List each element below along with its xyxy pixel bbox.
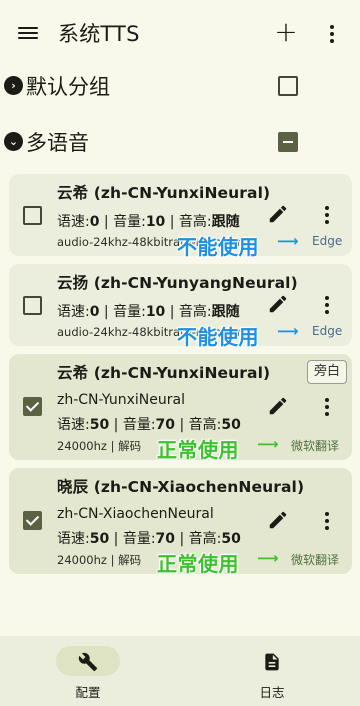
card-checkbox[interactable] <box>23 206 42 225</box>
page-title: 系统TTS <box>58 22 140 46</box>
nav-label: 配置 <box>75 685 101 700</box>
arrow-right-icon: ⟶ <box>257 549 279 567</box>
engine-tag: 微软翻译 <box>291 553 340 567</box>
wrench-icon <box>78 652 98 672</box>
voice-card[interactable]: 云希 (zh-CN-YunxiNeural) 语速:0 | 音量:10 | 音高… <box>9 174 352 259</box>
audio-format: 24000hz | 解码 <box>57 439 142 453</box>
group-checkbox[interactable] <box>278 76 298 96</box>
card-checkbox[interactable] <box>23 511 42 530</box>
app-bar: 系统TTS + <box>0 0 360 68</box>
add-icon[interactable]: + <box>272 18 300 46</box>
menu-icon[interactable] <box>18 24 38 44</box>
edit-icon[interactable] <box>267 395 289 417</box>
status-overlay: 不能使用 <box>177 235 259 259</box>
voice-name: 云希 (zh-CN-YunxiNeural) <box>57 184 271 202</box>
voice-name: 云希 (zh-CN-YunxiNeural) <box>57 364 271 382</box>
bottom-navigation: 配置 日志 <box>0 636 360 706</box>
group-row-multi-voice[interactable]: ⌄ 多语音 <box>0 124 360 160</box>
voice-card[interactable]: 晓辰 (zh-CN-XiaochenNeural) zh-CN-Xiaochen… <box>9 468 352 576</box>
voice-name: 晓辰 (zh-CN-XiaochenNeural) <box>57 478 305 496</box>
voice-id: zh-CN-XiaochenNeural <box>57 506 214 522</box>
card-checkbox[interactable] <box>23 397 42 416</box>
more-options-icon[interactable] <box>319 396 335 418</box>
voice-params: 语速:50 | 音量:70 | 音高:50 <box>57 417 241 433</box>
voice-params: 语速:0 | 音量:10 | 音高:跟随 <box>57 304 240 320</box>
voice-params: 语速:50 | 音量:70 | 音高:50 <box>57 531 241 547</box>
chevron-down-icon[interactable]: ⌄ <box>4 132 23 151</box>
card-checkbox[interactable] <box>23 296 42 315</box>
engine-tag: Edge <box>312 324 343 338</box>
nav-item-config[interactable]: 配置 <box>44 646 134 702</box>
status-overlay: 正常使用 <box>157 552 239 576</box>
arrow-right-icon: ⟶ <box>277 232 299 250</box>
voice-params: 语速:0 | 音量:10 | 音高:跟随 <box>57 214 240 230</box>
more-options-icon[interactable] <box>319 204 335 226</box>
arrow-right-icon: ⟶ <box>277 322 299 340</box>
voice-card[interactable]: 云希 (zh-CN-YunxiNeural) 旁白 zh-CN-YunxiNeu… <box>9 354 352 462</box>
group-checkbox[interactable] <box>278 132 298 152</box>
status-overlay: 不能使用 <box>177 325 259 349</box>
more-options-icon[interactable] <box>324 23 340 45</box>
nav-item-log[interactable]: 日志 <box>228 646 318 702</box>
edit-icon[interactable] <box>267 203 289 225</box>
voice-card[interactable]: 云扬 (zh-CN-YunyangNeural) 语速:0 | 音量:10 | … <box>9 264 352 349</box>
chevron-right-icon[interactable]: › <box>4 76 23 95</box>
edit-icon[interactable] <box>267 293 289 315</box>
document-icon <box>265 653 279 671</box>
more-options-icon[interactable] <box>319 510 335 532</box>
audio-format: 24000hz | 解码 <box>57 553 142 567</box>
engine-tag: 微软翻译 <box>291 439 340 453</box>
role-badge: 旁白 <box>307 360 347 384</box>
group-name: 多语音 <box>26 131 89 155</box>
voice-name: 云扬 (zh-CN-YunyangNeural) <box>57 274 298 292</box>
arrow-right-icon: ⟶ <box>257 435 279 453</box>
more-options-icon[interactable] <box>319 294 335 316</box>
nav-label: 日志 <box>259 685 285 700</box>
voice-id: zh-CN-YunxiNeural <box>57 392 185 408</box>
edit-icon[interactable] <box>267 509 289 531</box>
engine-tag: Edge <box>312 234 343 248</box>
group-row-default[interactable]: › 默认分组 <box>0 68 360 104</box>
group-name: 默认分组 <box>26 75 110 99</box>
status-overlay: 正常使用 <box>157 438 239 462</box>
